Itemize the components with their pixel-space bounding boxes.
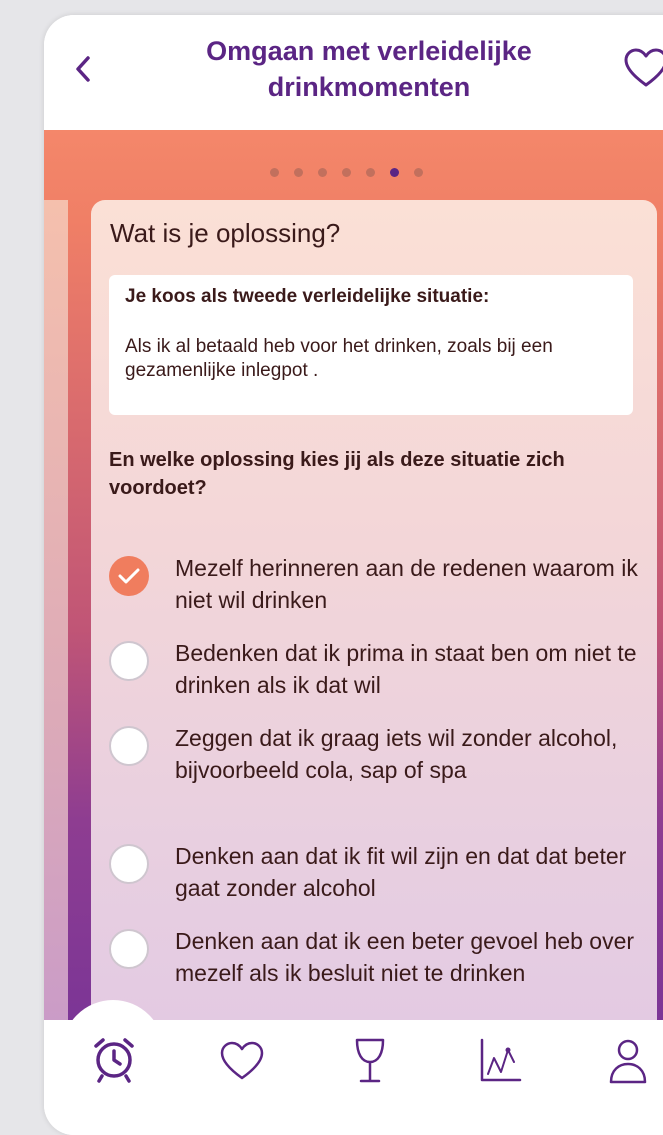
option-label: Bedenken dat ik prima in staat ben om ni… [175,640,637,698]
nav-drinks[interactable] [344,1032,396,1092]
back-button[interactable] [66,51,102,87]
page-dot [414,168,423,177]
content-area: Wat is je oplossing? Je koos als tweede … [44,130,663,1060]
wine-glass-icon [355,1038,385,1083]
page-dot [318,168,327,177]
checkmark-icon [118,568,140,584]
page-dot [294,168,303,177]
page-indicator [270,168,423,177]
radio-button[interactable] [109,641,149,681]
page-dot-active [390,168,399,177]
page-dot [270,168,279,177]
option-label: Denken aan dat ik een beter gevoel heb o… [175,928,635,986]
page-dot [366,168,375,177]
question-title: Wat is je oplossing? [110,218,341,248]
question-card: Wat is je oplossing? Je koos als tweede … [91,200,657,1060]
previous-card-edge[interactable] [44,200,68,1060]
heart-outline-icon [624,48,663,87]
nav-progress[interactable] [474,1032,526,1092]
page-title: Omgaan met verleidelijke drinkmomenten [206,36,532,102]
app-screen: Omgaan met verleidelijke drinkmomenten W… [44,15,663,1135]
page-dot [342,168,351,177]
radio-button[interactable] [109,844,149,884]
option-label: Denken aan dat ik fit wil zijn en dat da… [175,843,627,901]
option-label: Zeggen dat ik graag iets wil zonder alco… [175,725,618,783]
line-chart-icon [480,1038,522,1082]
header: Omgaan met verleidelijke drinkmomenten [44,15,663,130]
solution-prompt: En welke oplossing kies jij als deze sit… [109,449,565,499]
bottom-navigation [44,1000,663,1135]
option-label: Mezelf herinneren aan de redenen waarom … [175,555,638,613]
radio-button[interactable] [109,726,149,766]
nav-favorites[interactable] [216,1032,268,1092]
nav-reminders[interactable] [88,1032,140,1092]
radio-button[interactable] [109,929,149,969]
alarm-clock-icon [94,1038,134,1083]
favorite-button[interactable] [622,47,663,91]
user-profile-icon [609,1039,647,1084]
heart-outline-icon [220,1041,264,1080]
chevron-left-icon [76,56,90,82]
chosen-situation-label: Je koos als tweede verleidelijke situati… [125,286,490,307]
radio-button-checked[interactable] [109,556,149,596]
chosen-situation-box: Je koos als tweede verleidelijke situati… [109,275,633,415]
nav-profile[interactable] [602,1032,654,1092]
chosen-situation-text: Als ik al betaald heb voor het drinken, … [125,336,553,381]
